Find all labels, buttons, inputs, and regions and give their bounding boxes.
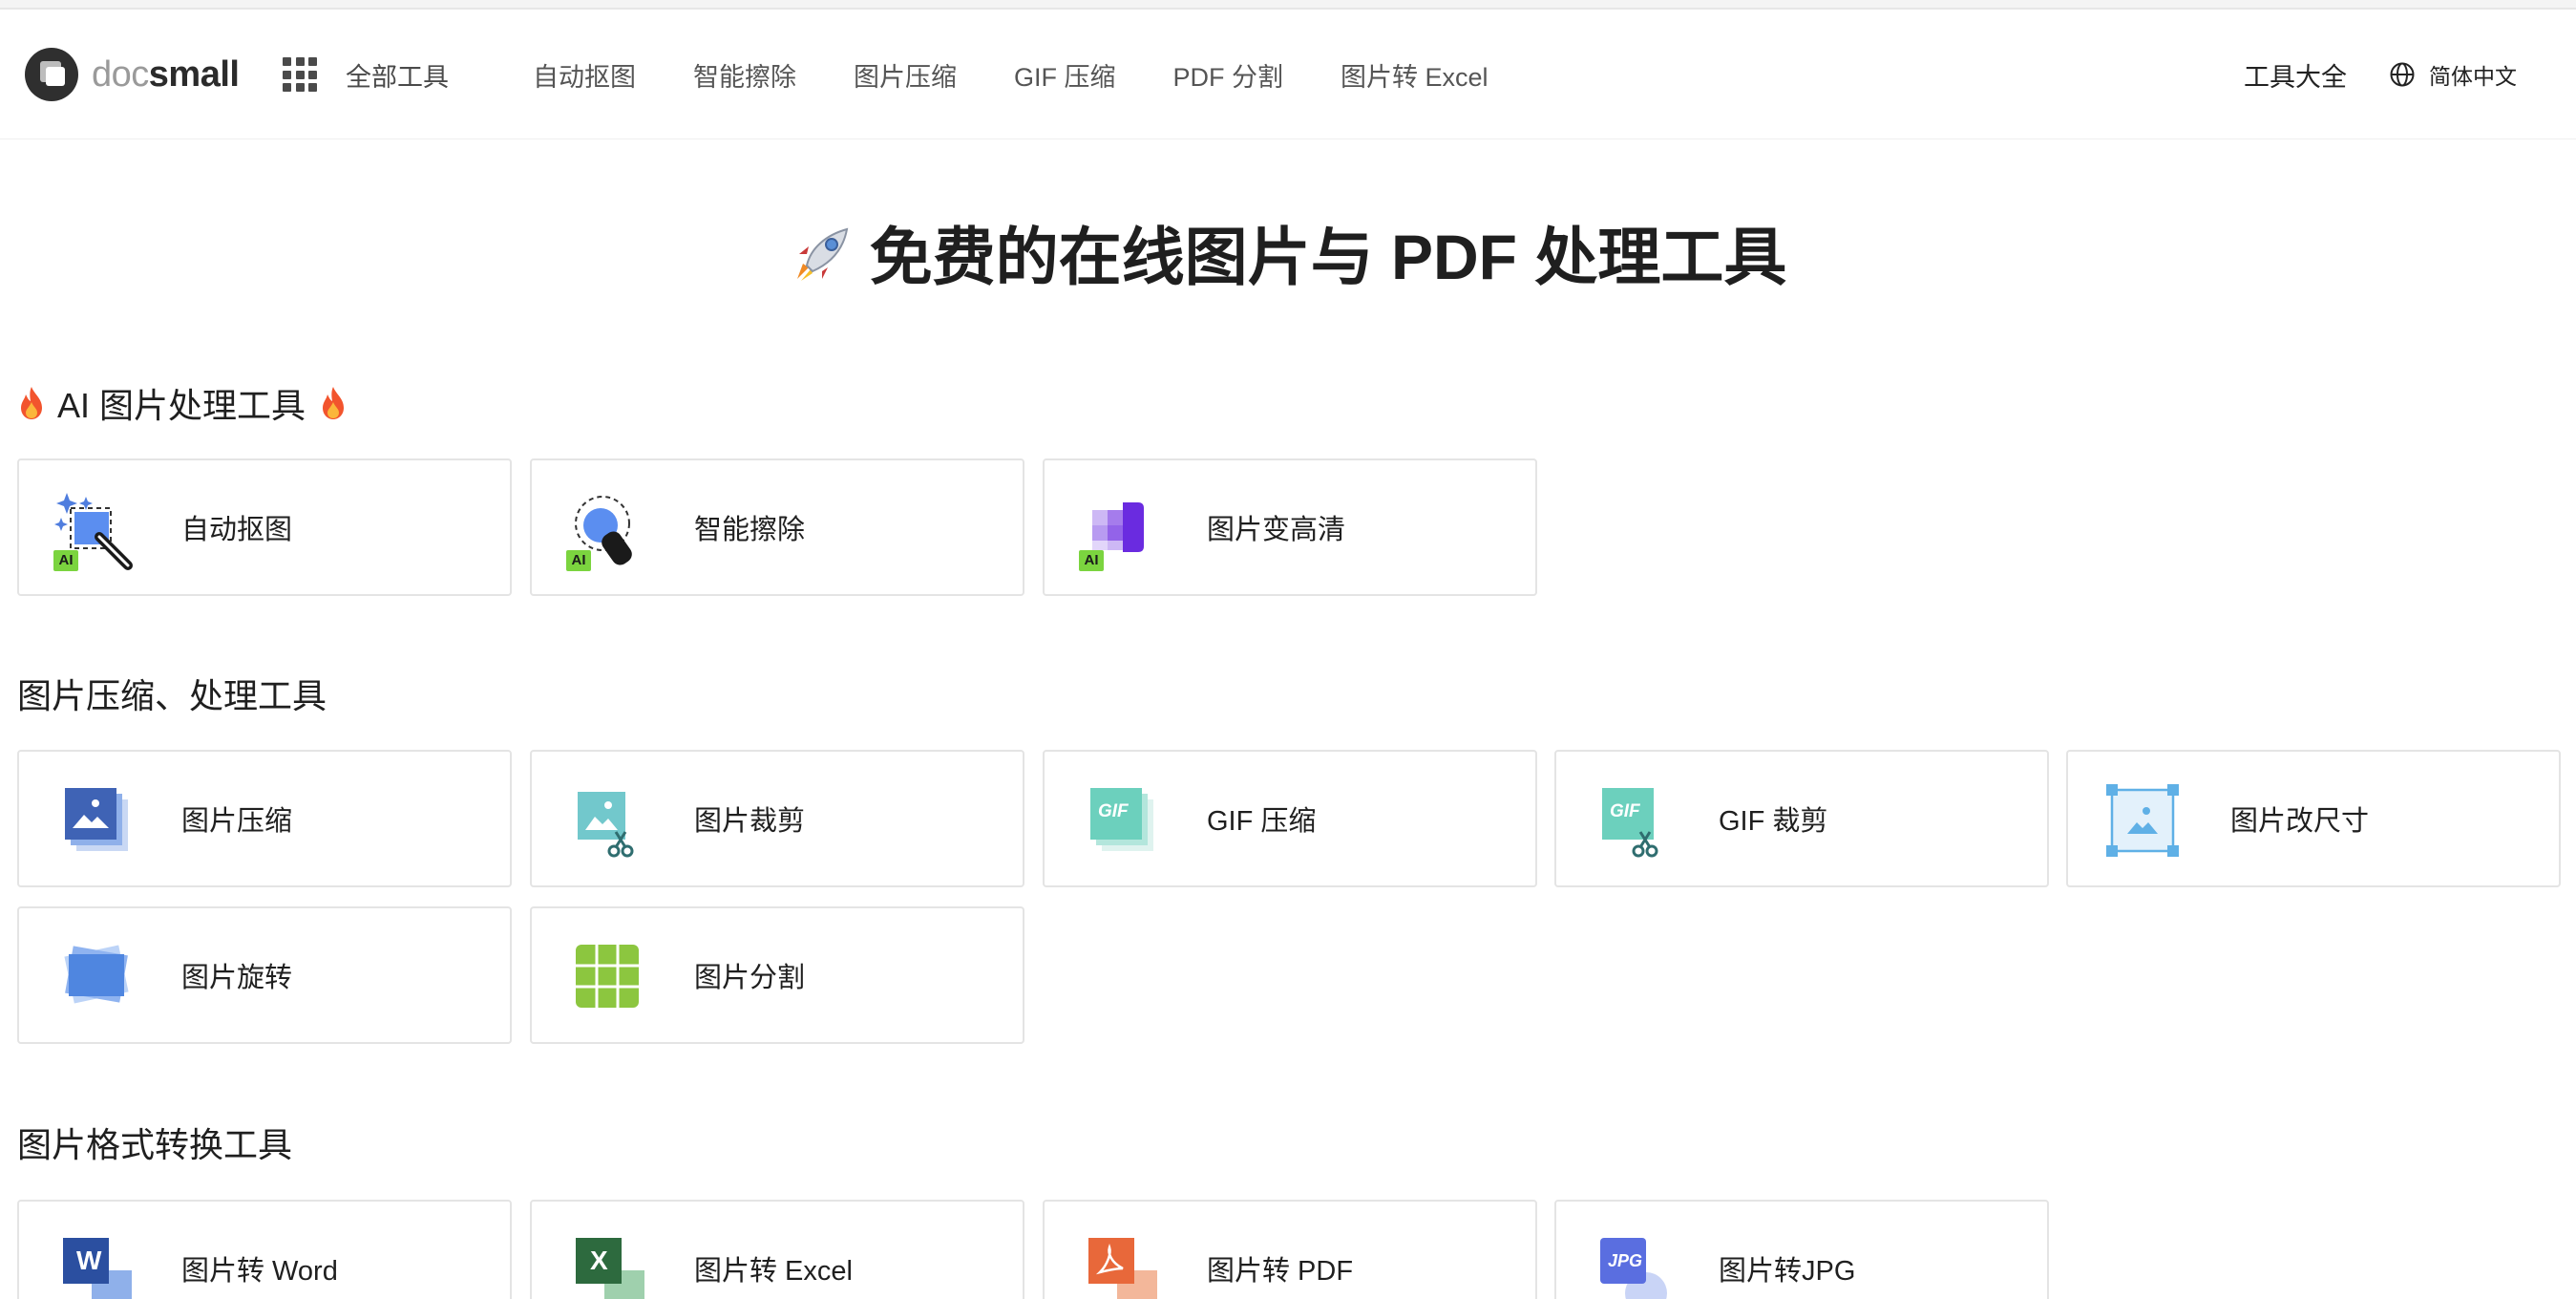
image-split-icon [566,937,658,1019]
image-upscale-icon: AI [1079,489,1171,571]
gif-crop-icon: GIF [1591,780,1682,862]
site-header: docsmall 全部工具 自动抠图 智能擦除 图片压缩 GIF 压缩 PDF … [0,10,2576,139]
smart-erase-icon: AI [566,489,658,571]
tool-card-label: 图片转 Word [181,1256,338,1287]
nav-item-pdf-split[interactable]: PDF 分割 [1173,56,1284,94]
language-selector[interactable]: 简体中文 [2389,58,2517,91]
browser-top-edge [0,0,2576,10]
ai-badge: AI [566,550,591,571]
jpg-label: JPG [1608,1251,1643,1270]
section-title-ai: AI 图片处理工具 [17,378,348,428]
tool-card-label: 图片改尺寸 [2230,806,2370,837]
tool-card-label: 图片转JPG [1719,1256,1856,1287]
tool-card-smart-erase[interactable]: AI 智能擦除 [530,458,1024,596]
image-to-jpg-icon: JPG [1591,1230,1682,1299]
all-tools-menu[interactable]: 全部工具 [283,53,449,96]
header-right: 工具大全 简体中文 [2244,53,2517,96]
gif-compress-icon: GIF [1079,780,1171,862]
tool-card-label: 图片转 Excel [694,1256,853,1287]
image-crop-icon [566,780,658,862]
tool-card-image-to-word[interactable]: W 图片转 Word [17,1200,512,1299]
ai-badge: AI [53,550,78,571]
tool-card-auto-cutout[interactable]: AI 自动抠图 [17,458,512,596]
tool-card-gif-crop[interactable]: GIF GIF 裁剪 [1554,750,2049,887]
site-logo[interactable]: docsmall [25,46,240,103]
tool-card-image-resize[interactable]: 图片改尺寸 [2066,750,2561,887]
tool-card-label: 图片压缩 [181,806,293,837]
logo-icon [25,48,78,101]
image-compress-icon [53,780,145,862]
tool-card-image-to-excel[interactable]: X 图片转 Excel [530,1200,1024,1299]
tool-card-image-compress[interactable]: 图片压缩 [17,750,512,887]
main-nav: 自动抠图 智能擦除 图片压缩 GIF 压缩 PDF 分割 图片转 Excel [533,53,1546,96]
ai-badge: AI [1079,550,1104,571]
tool-card-label: 图片旋转 [181,963,293,993]
tool-card-image-crop[interactable]: 图片裁剪 [530,750,1024,887]
hero-title: 免费的在线图片与 PDF 处理工具 [869,222,1787,292]
grid-menu-icon [283,57,317,92]
fire-icon [323,387,345,419]
page-title: 免费的在线图片与 PDF 处理工具 [0,206,2576,298]
tool-card-label: 图片变高清 [1207,515,1346,545]
image-to-excel-icon: X [566,1230,658,1299]
tool-card-image-upscale[interactable]: AI 图片变高清 [1043,458,1537,596]
gif-label: GIF [1610,801,1640,821]
rocket-icon [796,227,848,281]
tools-directory-link[interactable]: 工具大全 [2244,56,2347,94]
tool-card-label: GIF 裁剪 [1719,806,1828,837]
tool-card-label: 图片裁剪 [694,806,806,837]
gif-label: GIF [1098,801,1129,821]
tool-card-image-rotate[interactable]: 图片旋转 [17,906,512,1044]
tool-card-image-split[interactable]: 图片分割 [530,906,1024,1044]
word-letter: W [76,1246,102,1275]
image-to-pdf-icon [1079,1230,1171,1299]
tool-card-label: GIF 压缩 [1207,806,1317,837]
nav-item-smart-erase[interactable]: 智能擦除 [693,56,796,94]
nav-item-gif-compress[interactable]: GIF 压缩 [1014,56,1116,94]
image-rotate-icon [53,937,145,1019]
section-title-compress: 图片压缩、处理工具 [17,676,327,715]
nav-item-image-compress[interactable]: 图片压缩 [854,56,957,94]
image-to-word-icon: W [53,1230,145,1299]
nav-item-image-to-excel[interactable]: 图片转 Excel [1341,56,1489,94]
all-tools-label: 全部工具 [346,62,449,92]
tool-card-label: 图片转 PDF [1207,1256,1354,1287]
section-title-convert: 图片格式转换工具 [17,1125,293,1164]
fire-icon [21,387,42,419]
tool-card-image-to-jpg[interactable]: JPG 图片转JPG [1554,1200,2049,1299]
logo-text: docsmall [92,53,240,95]
excel-letter: X [590,1246,608,1275]
tool-card-label: 智能擦除 [694,515,806,545]
tool-card-label: 自动抠图 [181,515,293,545]
tool-card-image-to-pdf[interactable]: 图片转 PDF [1043,1200,1537,1299]
auto-cutout-icon: AI [53,489,145,571]
tool-card-gif-compress[interactable]: GIF GIF 压缩 [1043,750,1537,887]
language-label: 简体中文 [2429,64,2517,89]
globe-icon [2390,62,2415,87]
tool-card-label: 图片分割 [694,963,806,993]
nav-item-auto-cutout[interactable]: 自动抠图 [533,56,636,94]
image-resize-icon [2102,780,2194,862]
